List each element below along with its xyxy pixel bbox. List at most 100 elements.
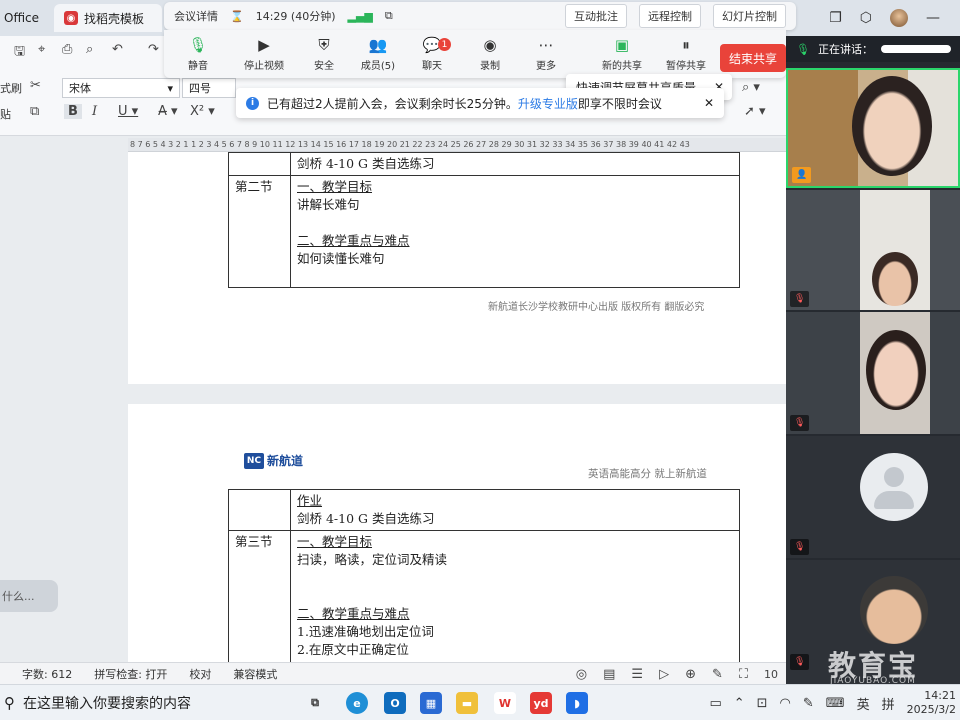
- outline-view-icon[interactable]: ☰: [631, 667, 643, 682]
- paste-label[interactable]: 贴: [0, 106, 11, 122]
- zoom-level[interactable]: 10: [764, 668, 778, 681]
- redacted-name: [880, 45, 951, 53]
- task-view-icon[interactable]: ⧉: [304, 692, 326, 714]
- restore-window-icon[interactable]: ❐: [829, 10, 842, 26]
- touchpad-icon[interactable]: ▭: [709, 696, 721, 711]
- undo-icon[interactable]: ↶: [112, 42, 123, 57]
- keyboard-icon[interactable]: ⌨: [826, 696, 845, 711]
- file-explorer-icon[interactable]: ▬: [456, 692, 478, 714]
- participant-tile-active[interactable]: 👤: [786, 68, 960, 188]
- section-label: 第二节: [235, 179, 273, 194]
- chat-preview-bubble[interactable]: 什么...: [0, 580, 58, 612]
- pen-tray-icon[interactable]: ✎: [803, 696, 814, 711]
- slide-control-button[interactable]: 幻灯片控制: [713, 4, 786, 28]
- find-icon[interactable]: ⌕ ▾: [742, 80, 760, 95]
- table-cell-homework: 剑桥 4-10 G 类自选练习: [290, 152, 740, 176]
- participant-name-tag: 🎙: [790, 654, 810, 670]
- pen-icon[interactable]: ✎: [712, 667, 723, 682]
- meeting-details-link[interactable]: 会议详情: [174, 8, 218, 24]
- edge-icon[interactable]: e: [346, 692, 368, 714]
- interactive-annotate-button[interactable]: 互动批注: [565, 4, 627, 28]
- copy-icon[interactable]: ⧉: [30, 104, 39, 119]
- tab-office[interactable]: Office: [0, 4, 52, 32]
- goal-text: 讲解长难句: [297, 197, 360, 212]
- display-icon[interactable]: ⊡: [757, 696, 768, 711]
- window-controls: ❐ ⬡ —: [829, 0, 960, 36]
- youdao-icon[interactable]: yd: [530, 692, 552, 714]
- participant-tile[interactable]: 🎙: [786, 190, 960, 310]
- participant-tile[interactable]: 🎙: [786, 312, 960, 434]
- ruler-ticks: 8 7 6 5 4 3 2 1 1 2 3 4 5 6 7 8 9 10 11 …: [130, 140, 690, 149]
- document-page-2[interactable]: NC 新航道 英语高能高分 就上新航道 作业 剑桥 4-10 G 类自选练习 第…: [128, 404, 786, 662]
- font-size-value: 四号: [189, 82, 211, 95]
- print-icon[interactable]: ⎙: [62, 42, 72, 57]
- ime-language[interactable]: 英: [857, 694, 870, 713]
- lesson-table-2: 作业 剑桥 4-10 G 类自选练习 第三节 一、教学目标 扫读，略读，定位词及…: [228, 489, 740, 662]
- new-share-button[interactable]: ▣ 新的共享: [594, 36, 650, 72]
- ime-mode[interactable]: 拼: [882, 694, 895, 713]
- pin-icon[interactable]: ⌖: [38, 42, 45, 57]
- print-preview-icon[interactable]: ⌕: [86, 42, 93, 57]
- section-cell: 第二节: [228, 175, 291, 288]
- homework-cell: 作业 剑桥 4-10 G 类自选练习: [290, 489, 740, 531]
- bold-button[interactable]: B: [64, 104, 82, 119]
- external-link-icon[interactable]: ⧉: [385, 9, 393, 23]
- mute-button[interactable]: 🎙 静音: [170, 36, 226, 72]
- record-icon: ◉: [483, 36, 497, 54]
- record-button[interactable]: ◉ 录制: [462, 36, 518, 72]
- proofread-button[interactable]: 校对: [189, 666, 211, 682]
- remote-control-button[interactable]: 远程控制: [639, 4, 701, 28]
- stop-video-button[interactable]: ▶ 停止视频: [236, 36, 292, 72]
- end-share-button[interactable]: 结束共享: [720, 44, 786, 72]
- scissors-icon[interactable]: ✂: [30, 78, 41, 93]
- document-area[interactable]: 剑桥 4-10 G 类自选练习 第二节 一、教学目标 讲解长难句 二、教学重点与…: [0, 152, 786, 662]
- goal-text: 扫读，略读，定位词及精读: [297, 552, 448, 567]
- play-icon[interactable]: ▷: [659, 667, 669, 682]
- redo-icon[interactable]: ↷: [148, 42, 159, 57]
- participant-name-tag: 🎙: [790, 415, 810, 431]
- format-brush-label[interactable]: 式刷: [0, 80, 22, 96]
- taskbar-search[interactable]: ⚲ 在这里输入你要搜索的内容: [0, 689, 290, 717]
- speaking-indicator: 🎙 正在讲话：: [786, 36, 960, 62]
- pause-share-button[interactable]: ⏸ 暂停共享: [658, 36, 714, 72]
- minimize-icon[interactable]: —: [926, 10, 940, 26]
- members-icon: 👥: [368, 36, 388, 54]
- security-button[interactable]: ⛨ 安全: [296, 36, 352, 72]
- participant-tile[interactable]: 🎙: [786, 436, 960, 558]
- save-icon[interactable]: 🖫: [14, 42, 25, 64]
- spell-check-toggle[interactable]: 拼写检查: 打开: [94, 666, 167, 682]
- italic-button[interactable]: I: [92, 104, 97, 119]
- chat-button[interactable]: 💬 1 聊天: [404, 36, 460, 72]
- page-view-icon[interactable]: ▤: [603, 667, 615, 682]
- wps-icon[interactable]: W: [494, 692, 516, 714]
- tab-templates[interactable]: ◉ 找稻壳模板: [54, 4, 162, 32]
- strikethrough-button[interactable]: A̶ ▾: [158, 104, 178, 119]
- user-avatar[interactable]: [890, 9, 908, 27]
- mic-muted-icon: 🎙: [794, 657, 806, 667]
- superscript-button[interactable]: X² ▾: [190, 104, 215, 119]
- eye-icon[interactable]: ◎: [576, 667, 587, 682]
- web-view-icon[interactable]: ⊕: [685, 667, 696, 682]
- chevron-up-icon[interactable]: ⌃: [734, 696, 745, 711]
- wifi-icon[interactable]: ◠: [780, 696, 791, 711]
- search-icon: ⚲: [4, 694, 15, 712]
- avatar-head: [884, 467, 904, 487]
- font-size-select[interactable]: 四号: [182, 78, 236, 98]
- document-page-1[interactable]: 剑桥 4-10 G 类自选练习 第二节 一、教学目标 讲解长难句 二、教学重点与…: [128, 152, 786, 384]
- cube-icon[interactable]: ⬡: [860, 10, 872, 26]
- underline-button[interactable]: U ▾: [118, 104, 138, 119]
- outlook-icon[interactable]: O: [384, 692, 406, 714]
- store-icon[interactable]: ▦: [420, 692, 442, 714]
- upgrade-link[interactable]: 升级专业版: [518, 97, 578, 111]
- tencent-meeting-icon[interactable]: ◗: [566, 692, 588, 714]
- members-button[interactable]: 👥 成员(5): [350, 36, 406, 72]
- more-button[interactable]: ⋯ 更多: [518, 36, 574, 72]
- clock[interactable]: 14:21 2025/3/2: [907, 689, 956, 717]
- focus-text: 如何读懂长难句: [297, 251, 385, 266]
- select-pointer-icon[interactable]: ➚ ▾: [744, 104, 766, 119]
- fit-icon[interactable]: ⛶: [739, 667, 748, 682]
- logo-mark: NC: [244, 452, 264, 469]
- word-count[interactable]: 字数: 612: [22, 666, 72, 682]
- font-name-select[interactable]: 宋体 ▾: [62, 78, 180, 98]
- close-icon[interactable]: ✕: [704, 96, 714, 110]
